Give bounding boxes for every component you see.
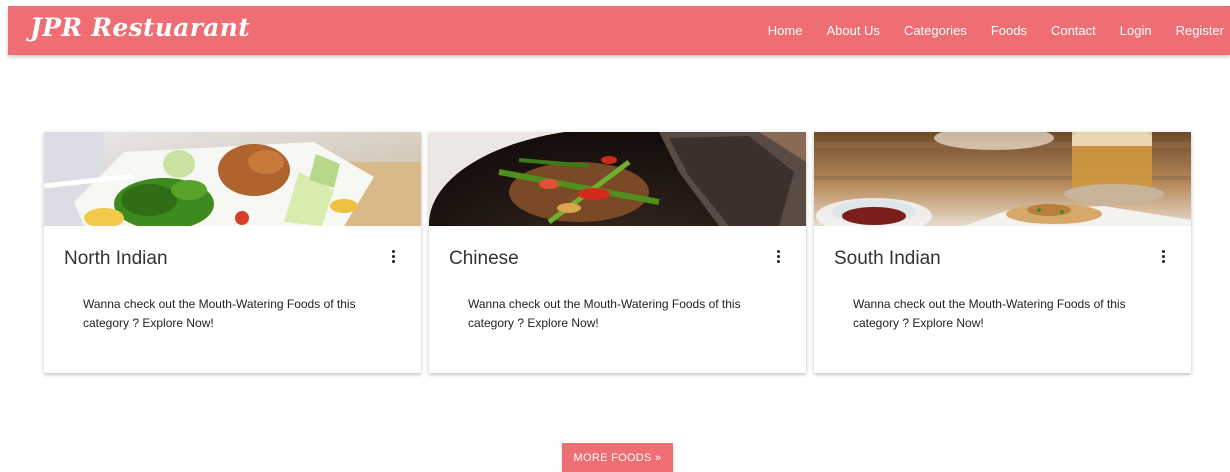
nav-links: Home About Us Categories Foods Contact L… bbox=[768, 6, 1224, 55]
nav-link-home[interactable]: Home bbox=[768, 23, 803, 38]
nav-link-register[interactable]: Register bbox=[1176, 23, 1224, 38]
category-card-north-indian[interactable]: North Indian Wanna check out the Mouth-W… bbox=[44, 132, 421, 373]
south-indian-food-photo bbox=[814, 132, 1191, 226]
nav-link-foods[interactable]: Foods bbox=[991, 23, 1027, 38]
card-title: South Indian bbox=[834, 248, 941, 269]
navbar: JPR Restuarant Home About Us Categories … bbox=[8, 6, 1230, 55]
more-vert-icon[interactable] bbox=[1160, 250, 1166, 266]
nav-link-contact[interactable]: Contact bbox=[1051, 23, 1096, 38]
card-description: Wanna check out the Mouth-Watering Foods… bbox=[83, 297, 356, 330]
nav-link-about-us[interactable]: About Us bbox=[826, 23, 879, 38]
nav-link-login[interactable]: Login bbox=[1120, 23, 1152, 38]
brand-logo[interactable]: JPR Restuarant bbox=[30, 13, 250, 42]
card-description: Wanna check out the Mouth-Watering Foods… bbox=[468, 297, 741, 330]
category-card-south-indian[interactable]: South Indian Wanna check out the Mouth-W… bbox=[814, 132, 1191, 373]
chinese-food-image[interactable] bbox=[429, 132, 806, 226]
north-indian-food-photo bbox=[44, 132, 421, 226]
north-indian-food-image[interactable] bbox=[44, 132, 421, 226]
card-description: Wanna check out the Mouth-Watering Foods… bbox=[853, 297, 1126, 330]
nav-link-categories[interactable]: Categories bbox=[904, 23, 967, 38]
category-card-chinese[interactable]: Chinese Wanna check out the Mouth-Wateri… bbox=[429, 132, 806, 373]
card-title: North Indian bbox=[64, 248, 168, 269]
more-foods-button[interactable]: MORE FOODS » bbox=[562, 443, 673, 472]
more-vert-icon[interactable] bbox=[390, 250, 396, 266]
chinese-food-photo bbox=[429, 132, 806, 226]
more-vert-icon[interactable] bbox=[775, 250, 781, 266]
south-indian-food-image[interactable] bbox=[814, 132, 1191, 226]
card-title: Chinese bbox=[449, 248, 519, 269]
